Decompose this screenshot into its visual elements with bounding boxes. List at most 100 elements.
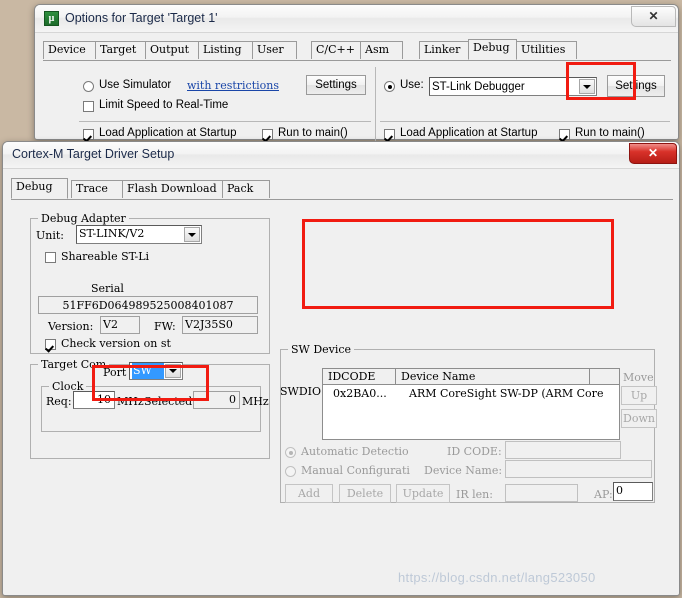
unit-chevron-down-icon[interactable] (184, 227, 200, 242)
sw-device-table-header: IDCODE Device Name (323, 369, 619, 385)
add-device-button[interactable]: Add (285, 484, 333, 503)
device-name-field (505, 460, 652, 478)
right-load-application-checkbox[interactable] (384, 129, 395, 140)
tab-listing[interactable]: Listing (198, 41, 253, 59)
options-center-divider (375, 67, 376, 141)
driver-tab-flash-download[interactable]: Flash Download (122, 180, 223, 198)
right-run-to-main-checkbox[interactable] (559, 129, 570, 140)
left-run-to-main-checkbox[interactable] (262, 129, 273, 140)
with-restrictions-link[interactable]: with restrictions (187, 79, 279, 92)
sw-device-group-title: SW Device (288, 343, 355, 356)
id-code-label: ID CODE: (447, 445, 502, 458)
id-code-field (505, 441, 621, 459)
debugger-select-value: ST-Link Debugger (432, 81, 525, 93)
right-run-to-main-label: Run to main() (575, 127, 645, 139)
use-debugger-label: Use: (400, 79, 424, 91)
debug-adapter-group-title: Debug Adapter (38, 212, 129, 225)
limit-speed-label: Limit Speed to Real-Time (99, 99, 229, 111)
cortex-m-driver-window: Cortex-M Target Driver Setup ✕ Debug Tra… (2, 141, 680, 596)
version-field[interactable]: V2 (100, 316, 140, 334)
clock-selected-label: Selected (144, 395, 193, 408)
tab-linker[interactable]: Linker (419, 41, 469, 59)
target-com-group-title: Target Com (38, 358, 110, 371)
move-up-button[interactable]: Up (621, 386, 657, 405)
ir-len-label: IR len: (456, 488, 493, 501)
cell-idcode: 0x2BA0... (333, 387, 387, 400)
fw-label: FW: (154, 320, 176, 333)
serial-field[interactable]: 51FF6D064989525008401087 (38, 296, 258, 314)
driver-tabstrip-underline (11, 199, 673, 200)
tab-device[interactable]: Device (43, 41, 96, 59)
automatic-detection-label: Automatic Detectio (301, 445, 409, 458)
options-tabstrip-underline (43, 60, 671, 61)
clock-selected-unit: MHz (242, 395, 269, 408)
options-window-title: Options for Target 'Target 1' (65, 11, 218, 25)
tab-utilities[interactable]: Utilities (516, 41, 577, 59)
automatic-detection-radio[interactable] (285, 447, 296, 458)
debugger-settings-button[interactable]: Settings (607, 75, 665, 97)
options-close-button[interactable]: ✕ (631, 6, 676, 27)
driver-close-button[interactable]: ✕ (629, 143, 677, 164)
debugger-select[interactable]: ST-Link Debugger (429, 77, 597, 96)
delete-device-button[interactable]: Delete (339, 484, 391, 503)
tab-output[interactable]: Output (145, 41, 199, 59)
left-run-to-main-label: Run to main() (278, 127, 348, 139)
ap-field[interactable]: 0 (613, 482, 653, 501)
driver-tab-debug[interactable]: Debug (11, 178, 68, 199)
manual-configuration-label: Manual Configurati (301, 464, 410, 477)
unit-label: Unit: (36, 229, 64, 242)
tab-debug[interactable]: Debug (468, 39, 517, 60)
tab-target[interactable]: Target (95, 41, 146, 59)
table-row[interactable]: 0x2BA0... ARM CoreSight SW-DP (ARM Core (323, 386, 619, 402)
driver-tab-pack[interactable]: Pack (222, 180, 270, 198)
driver-window-titlebar: Cortex-M Target Driver Setup ✕ (3, 142, 679, 169)
limit-speed-checkbox[interactable] (83, 101, 94, 112)
column-header-device-name[interactable]: Device Name (396, 369, 590, 385)
move-label: Move (623, 371, 654, 384)
clock-selected-field: 0 (193, 391, 240, 409)
shareable-stlink-label: Shareable ST-Li (61, 250, 150, 263)
swdio-label: SWDIO (280, 385, 322, 398)
shareable-stlink-checkbox[interactable] (45, 252, 56, 263)
update-device-button[interactable]: Update (396, 484, 450, 503)
check-version-label: Check version on st (61, 337, 171, 350)
serial-label: Serial (91, 282, 124, 295)
port-select-value: SW (132, 363, 164, 379)
unit-select[interactable]: ST-LINK/V2 (76, 225, 202, 244)
options-right-separator (380, 121, 670, 122)
screenshot-root: μ Options for Target 'Target 1' ✕ Device… (0, 0, 682, 598)
column-header-extra[interactable] (590, 369, 621, 385)
manual-configuration-radio[interactable] (285, 466, 296, 477)
chevron-down-icon[interactable] (579, 79, 595, 94)
use-simulator-label: Use Simulator (99, 79, 172, 91)
tab-user[interactable]: User (252, 41, 297, 59)
tab-c-cpp[interactable]: C/C++ (311, 41, 361, 59)
port-label: Port (103, 366, 127, 379)
driver-tab-trace[interactable]: Trace (71, 180, 123, 198)
ir-len-field (505, 484, 578, 502)
options-tabstrip: Device Target Output Listing User C/C++ … (43, 39, 671, 61)
cell-device-name: ARM CoreSight SW-DP (ARM Core (409, 387, 604, 400)
check-version-checkbox[interactable] (45, 339, 56, 350)
port-chevron-down-icon[interactable] (165, 364, 181, 378)
clock-req-label: Req: (46, 395, 72, 408)
use-debugger-radio[interactable] (384, 81, 395, 92)
clock-req-field[interactable]: 10 (73, 391, 115, 409)
options-for-target-window: μ Options for Target 'Target 1' ✕ Device… (34, 4, 679, 141)
left-load-application-checkbox[interactable] (83, 129, 94, 140)
move-down-button[interactable]: Down (621, 409, 657, 428)
options-window-titlebar: μ Options for Target 'Target 1' ✕ (35, 5, 678, 33)
use-simulator-radio[interactable] (83, 81, 94, 92)
tab-asm[interactable]: Asm (360, 41, 403, 59)
port-select[interactable]: SW (129, 362, 183, 380)
clock-req-unit: MHz (117, 395, 144, 408)
simulator-settings-button[interactable]: Settings (306, 75, 366, 95)
version-label: Version: (48, 320, 94, 333)
ap-label: AP: (594, 488, 613, 501)
keil-uvision-icon: μ (44, 11, 59, 26)
left-load-application-label: Load Application at Startup (99, 127, 237, 139)
fw-field[interactable]: V2J35S0 (182, 316, 258, 334)
column-header-idcode[interactable]: IDCODE (323, 369, 396, 385)
sw-device-table[interactable]: IDCODE Device Name 0x2BA0... ARM CoreSig… (322, 368, 620, 440)
right-load-application-label: Load Application at Startup (400, 127, 538, 139)
